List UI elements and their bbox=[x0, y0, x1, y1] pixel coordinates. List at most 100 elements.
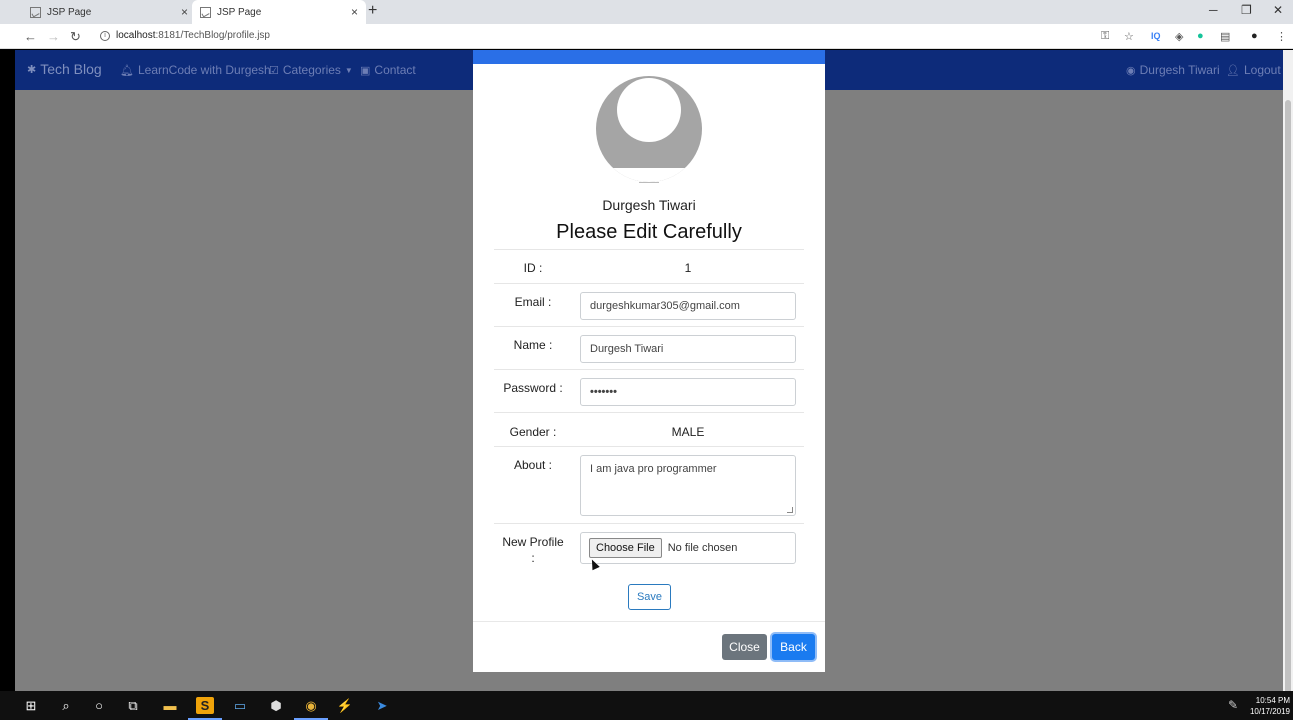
user-minus-icon: 👤︎ bbox=[1226, 64, 1240, 77]
clock-date: 10/17/2019 bbox=[1249, 707, 1290, 716]
chrome-icon[interactable]: ◉ bbox=[294, 697, 328, 720]
id-label: ID : bbox=[523, 261, 543, 275]
url-field[interactable]: i localhost :8181/TechBlog/profile.jsp bbox=[100, 30, 270, 41]
gender-label: Gender : bbox=[509, 425, 557, 439]
profile-avatar bbox=[596, 76, 702, 182]
window-close-icon[interactable]: ✕ bbox=[1273, 3, 1283, 17]
new-tab-button[interactable]: + bbox=[368, 2, 377, 20]
iq-icon[interactable]: IQ bbox=[1151, 31, 1161, 41]
row-id: ID : 1 bbox=[494, 249, 804, 286]
modal-header-strip bbox=[473, 50, 825, 64]
browser-tab-2-active[interactable]: JSP Page × bbox=[192, 0, 366, 24]
system-clock[interactable]: 10:54 PM 10/17/2019 bbox=[1246, 695, 1290, 717]
nav-user-label: Durgesh Tiwari bbox=[1139, 63, 1220, 77]
avatar-base bbox=[596, 168, 702, 182]
nav-label: Contact bbox=[374, 63, 416, 77]
url-host: localhost bbox=[116, 30, 156, 41]
nav-label: Categories bbox=[282, 63, 341, 77]
site-info-icon[interactable]: i bbox=[100, 30, 110, 41]
nav-label: LearnCode with Durgesh bbox=[137, 63, 271, 77]
brand-link[interactable]: ✱ Tech Blog bbox=[27, 61, 102, 77]
scrollbar-thumb[interactable] bbox=[1285, 100, 1291, 700]
remote-desktop-icon[interactable]: ▭ bbox=[231, 697, 249, 714]
screen: JSP Page × JSP Page × + ─ ❐ ✕ ← → ↻ i lo… bbox=[0, 0, 1293, 720]
tag-icon[interactable]: ◈ bbox=[1175, 30, 1183, 43]
page-scrollbar[interactable] bbox=[1283, 50, 1293, 700]
choose-file-button[interactable]: Choose File bbox=[589, 538, 662, 558]
address-card-icon: ▣ bbox=[360, 64, 371, 77]
edit-title: Please Edit Carefully bbox=[556, 221, 742, 243]
page-favicon-icon bbox=[200, 6, 211, 18]
url-path: :8181/TechBlog/profile.jsp bbox=[155, 30, 270, 41]
brand-label: Tech Blog bbox=[40, 61, 102, 77]
back-button[interactable]: Back bbox=[772, 634, 815, 660]
profile-file-input[interactable]: Choose File No file chosen bbox=[580, 532, 796, 564]
star-icon[interactable]: ☆ bbox=[1124, 30, 1134, 43]
app-cube-icon[interactable]: ⬢ bbox=[267, 697, 285, 714]
name-field[interactable]: Durgesh Tiwari bbox=[580, 335, 796, 363]
restore-icon[interactable]: ❐ bbox=[1241, 3, 1252, 17]
asterisk-icon: ✱ bbox=[27, 63, 37, 76]
nav-user[interactable]: ◉ Durgesh Tiwari bbox=[1126, 63, 1220, 77]
page-favicon-icon bbox=[30, 6, 41, 18]
new-profile-label: New Profile : bbox=[494, 534, 572, 566]
netbeans-icon[interactable]: ➤ bbox=[373, 697, 391, 714]
id-value: 1 bbox=[684, 261, 692, 275]
check-square-icon: ☑ bbox=[269, 64, 279, 77]
search-icon[interactable]: ⌕ bbox=[57, 697, 75, 714]
password-field[interactable]: ••••••• bbox=[580, 378, 796, 406]
sublime-text-icon[interactable]: S bbox=[188, 697, 222, 720]
browser-tab-1[interactable]: JSP Page × bbox=[22, 0, 196, 24]
about-label: About : bbox=[513, 458, 553, 472]
reload-icon[interactable]: ↻ bbox=[70, 29, 81, 45]
user-circle-icon: ◉ bbox=[1126, 64, 1136, 77]
key-icon[interactable]: ⚿ bbox=[1101, 30, 1109, 43]
name-label: Name : bbox=[513, 338, 553, 352]
grammarly-icon[interactable]: ● bbox=[1197, 30, 1204, 42]
tab-close-icon[interactable]: × bbox=[351, 5, 358, 19]
file-explorer-icon[interactable]: ▬ bbox=[161, 697, 179, 714]
resize-grip-icon[interactable] bbox=[787, 507, 793, 513]
about-textarea[interactable]: I am java pro programmer bbox=[580, 455, 796, 516]
profile-user-name: Durgesh Tiwari bbox=[602, 197, 696, 213]
cortana-icon[interactable]: ○ bbox=[90, 697, 108, 714]
close-button[interactable]: Close bbox=[722, 634, 767, 660]
clipboard-icon[interactable]: ▤ bbox=[1220, 30, 1230, 43]
menu-icon[interactable]: ⋮ bbox=[1276, 30, 1287, 43]
gender-value: MALE bbox=[671, 425, 705, 439]
nav-item-categories[interactable]: ☑ Categories ▼ bbox=[269, 63, 357, 77]
caret-down-icon: ▼ bbox=[344, 65, 353, 75]
tab-title: JSP Page bbox=[47, 6, 92, 18]
xampp-icon[interactable]: ⚡ bbox=[336, 697, 354, 714]
row-new-profile: New Profile : Choose File No file chosen bbox=[494, 523, 804, 573]
nav-item-learncode[interactable]: 🔔︎ LearnCode with Durgesh bbox=[120, 63, 271, 77]
password-label: Password : bbox=[503, 381, 563, 395]
back-arrow-icon[interactable]: ← bbox=[24, 29, 37, 44]
windows-start-icon[interactable]: ⊞ bbox=[22, 697, 40, 714]
clock-time: 10:54 PM bbox=[1255, 696, 1290, 705]
pen-tray-icon[interactable]: ✎ bbox=[1228, 698, 1238, 712]
profile-icon[interactable]: ● bbox=[1251, 30, 1258, 42]
task-view-icon[interactable]: ⧉ bbox=[124, 697, 142, 714]
new-profile-label-line2: : bbox=[531, 551, 535, 565]
nav-logout[interactable]: 👤︎ Logout bbox=[1226, 63, 1281, 77]
minimize-icon[interactable]: ─ bbox=[1209, 3, 1218, 17]
about-text: I am java pro programmer bbox=[590, 463, 717, 475]
avatar-divider bbox=[639, 182, 659, 183]
windows-taskbar: ⊞ ⌕ ○ ⧉ ▬ S ▭ ⬢ ◉ ⚡ ➤ ✎ 10:54 PM 10/17/2… bbox=[0, 691, 1293, 720]
save-button[interactable]: Save bbox=[628, 584, 671, 610]
address-bar: ← → ↻ i localhost :8181/TechBlog/profile… bbox=[0, 24, 1293, 49]
file-status: No file chosen bbox=[667, 542, 738, 554]
modal-footer-divider bbox=[473, 621, 825, 622]
new-profile-label-line1: New Profile bbox=[502, 535, 564, 549]
nav-item-contact[interactable]: ▣ Contact bbox=[360, 63, 416, 77]
email-field[interactable]: durgeshkumar305@gmail.com bbox=[580, 292, 796, 320]
forward-arrow-icon[interactable]: → bbox=[47, 29, 60, 44]
browser-tab-bar: JSP Page × JSP Page × + ─ ❐ ✕ bbox=[0, 0, 1293, 24]
bell-icon: 🔔︎ bbox=[120, 64, 134, 77]
tab-title: JSP Page bbox=[217, 6, 262, 18]
avatar-head bbox=[617, 78, 681, 142]
row-about: About : I am java pro programmer bbox=[494, 446, 804, 522]
tab-close-icon[interactable]: × bbox=[181, 5, 188, 19]
row-gender: Gender : MALE bbox=[494, 412, 804, 446]
